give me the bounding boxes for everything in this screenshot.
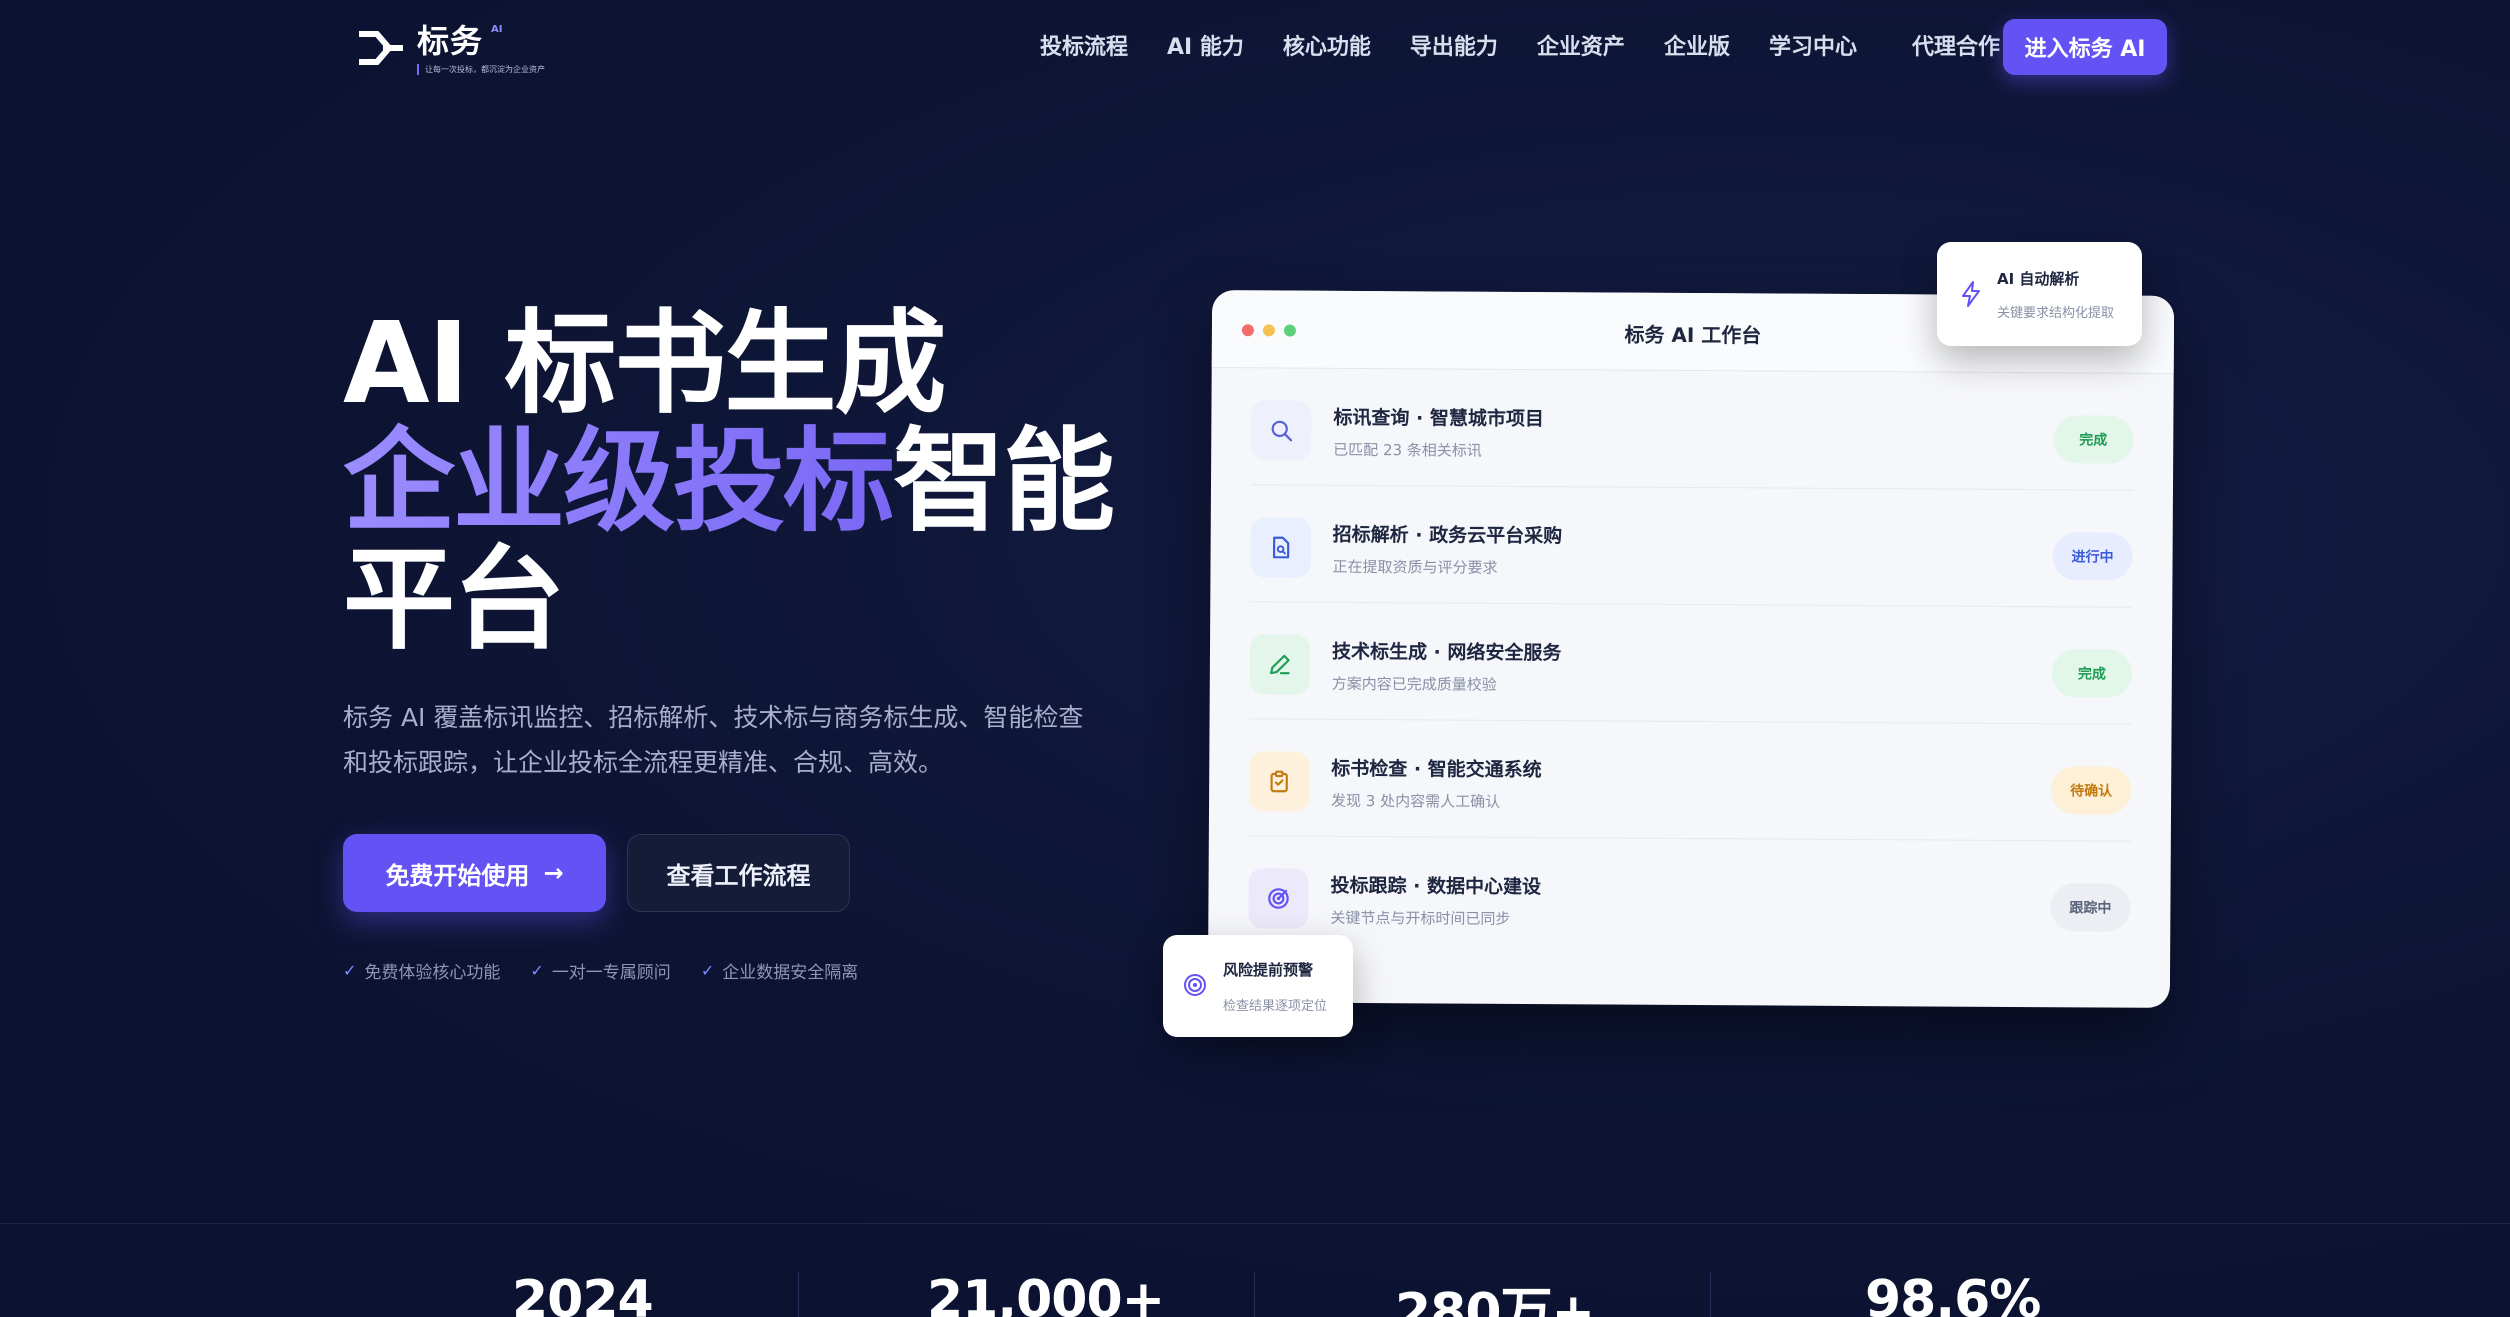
task-title: 投标跟踪 · 数据中心建设 [1330, 874, 1542, 899]
start-free-button[interactable]: 免费开始使用 → [343, 834, 606, 912]
start-free-label: 免费开始使用 [385, 861, 530, 890]
nav-link-features[interactable]: 核心功能 [1283, 30, 1371, 66]
landing-page: 标务 AI 让每一次投标，都沉淀为企业资产 投标流程 AI 能力 核心功能 导出… [0, 0, 2510, 1317]
nav-link-learning[interactable]: 学习中心 [1769, 30, 1857, 66]
nav-link-enterprise[interactable]: 企业版 [1664, 30, 1730, 66]
stats-divider [0, 1223, 2510, 1224]
document-search-icon [1250, 517, 1311, 578]
task-title: 标书检查 · 智能交通系统 [1331, 757, 1542, 782]
check-icon: ✓ [700, 961, 715, 980]
hero-title-line1: AI 标书生成 [343, 299, 946, 429]
search-icon [1251, 400, 1312, 461]
task-row[interactable]: 标讯查询 · 智慧城市项目 已匹配 23 条相关标讯 完成 [1250, 368, 2134, 491]
ai-auto-parse-card: AI 自动解析 关键要求结构化提取 [1937, 242, 2142, 346]
stat-users: 21,000+ [927, 1270, 1165, 1317]
task-row[interactable]: 投标跟踪 · 数据中心建设 关键节点与开标时间已同步 跟踪中 [1248, 836, 2131, 958]
check-item: ✓ 企业数据安全隔离 [700, 961, 859, 983]
logo-mark-icon [359, 31, 403, 65]
task-desc: 正在提取资质与评分要求 [1332, 557, 1498, 577]
task-desc: 发现 3 处内容需人工确认 [1331, 791, 1501, 811]
task-row[interactable]: 标书检查 · 智能交通系统 发现 3 处内容需人工确认 待确认 [1248, 719, 2132, 842]
stat-separator [798, 1272, 799, 1317]
top-nav: 标务 AI 让每一次投标，都沉淀为企业资产 投标流程 AI 能力 核心功能 导出… [0, 0, 2510, 96]
view-workflow-button[interactable]: 查看工作流程 [627, 834, 850, 912]
arrow-right-icon: → [543, 859, 564, 887]
task-desc: 关键节点与开标时间已同步 [1330, 908, 1511, 928]
hero-title-line3: 平台 [343, 535, 565, 665]
target-icon [1184, 974, 1206, 996]
nav-link-process[interactable]: 投标流程 [1040, 30, 1128, 66]
hero-title-line2-rest: 智能 [893, 417, 1115, 547]
card-desc: 关键要求结构化提取 [1997, 306, 2115, 321]
logo-slogan: 让每一次投标，都沉淀为企业资产 [417, 64, 545, 75]
feature-checks: ✓ 免费体验核心功能 ✓ 一对一专属顾问 ✓ 企业数据安全隔离 [343, 958, 888, 983]
logo-ai-sup: AI [491, 24, 503, 35]
hero-subtitle: 标务 AI 覆盖标讯监控、招标解析、技术标与商务标生成、智能检查和投标跟踪，让企… [343, 703, 1084, 777]
stat-separator [1710, 1272, 1711, 1317]
check-icon: ✓ [530, 961, 544, 980]
task-desc: 方案内容已完成质量校验 [1331, 674, 1497, 694]
task-title: 技术标生成 · 网络安全服务 [1331, 640, 1562, 665]
nav-link-export[interactable]: 导出能力 [1410, 30, 1498, 66]
task-row[interactable]: 招标解析 · 政务云平台采购 正在提取资质与评分要求 进行中 [1250, 485, 2133, 608]
stat-accuracy: 98.6% [1865, 1270, 2041, 1317]
task-title: 招标解析 · 政务云平台采购 [1332, 523, 1563, 548]
check-item: ✓ 一对一专属顾问 [530, 961, 671, 983]
check-icon: ✓ [343, 961, 357, 980]
card-title: 风险提前预警 [1223, 961, 1314, 979]
status-badge: 跟踪中 [2050, 883, 2131, 932]
logo-name: 标务 [417, 22, 484, 60]
hero-title: AI 标书生成 企业级投标智能 平台 [343, 299, 1115, 665]
nav-links: 投标流程 AI 能力 核心功能 导出能力 企业资产 企业版 学习中心 代理合作 [1040, 30, 2039, 66]
risk-alert-card: 风险提前预警 检查结果逐项定位 [1163, 935, 1353, 1037]
task-desc: 已匹配 23 条相关标讯 [1333, 440, 1482, 460]
lightning-icon [1962, 281, 1980, 307]
task-row[interactable]: 技术标生成 · 网络安全服务 方案内容已完成质量校验 完成 [1249, 602, 2133, 725]
hero-title-accent: 企业级投标 [343, 417, 895, 547]
card-title: AI 自动解析 [1997, 270, 2080, 288]
nav-link-assets[interactable]: 企业资产 [1537, 30, 1625, 66]
stat-separator [1254, 1272, 1255, 1317]
logo[interactable]: 标务 AI 让每一次投标，都沉淀为企业资产 [355, 22, 545, 78]
status-badge: 完成 [2051, 649, 2133, 698]
nav-link-partner[interactable]: 代理合作 [1912, 30, 2000, 66]
pen-icon [1249, 634, 1311, 695]
check-item: ✓ 免费体验核心功能 [343, 961, 501, 983]
nav-link-ai[interactable]: AI 能力 [1167, 30, 1244, 66]
enter-app-button[interactable]: 进入标务 AI [2003, 19, 2167, 75]
status-badge: 进行中 [2052, 532, 2133, 581]
stat-year: 2024 [512, 1270, 654, 1317]
clipboard-check-icon [1249, 751, 1310, 812]
task-title: 标讯查询 · 智慧城市项目 [1333, 406, 1544, 431]
workbench-panel: 标务 AI 工作台 标讯查询 · 智慧城市项目 已匹配 23 条相关标讯 完成 … [1207, 290, 2175, 1008]
status-badge: 待确认 [2050, 766, 2132, 815]
card-desc: 检查结果逐项定位 [1223, 999, 1328, 1014]
radar-icon [1248, 868, 1309, 929]
status-badge: 完成 [2053, 415, 2134, 464]
stat-documents: 280万+ [1395, 1283, 1595, 1317]
